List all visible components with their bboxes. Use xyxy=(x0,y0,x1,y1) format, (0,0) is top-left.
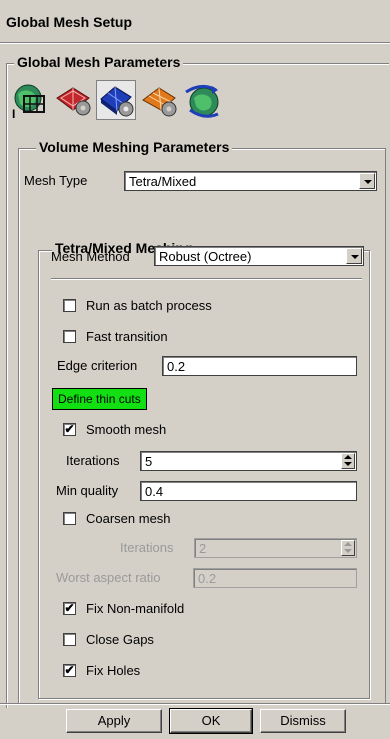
run-batch-label: Run as batch process xyxy=(86,298,212,313)
smooth-mesh-checkbox[interactable]: ✔ xyxy=(63,423,76,436)
iterations-label: Iterations xyxy=(66,453,120,468)
iterations-value: 5 xyxy=(145,454,153,469)
worst-aspect-label: Worst aspect ratio xyxy=(56,570,161,585)
spin-arrows-icon[interactable] xyxy=(341,453,355,469)
mesh-type-select[interactable]: Tetra/Mixed xyxy=(124,171,377,191)
global-size-icon[interactable]: I xyxy=(10,80,50,121)
mesh-type-label: Mesh Type xyxy=(24,173,88,188)
coarsen-iterations-label: Iterations xyxy=(120,540,174,555)
min-quality-input[interactable]: 0.4 xyxy=(140,481,357,501)
mesh-type-value: Tetra/Mixed xyxy=(129,174,197,189)
prism-meshing-icon[interactable] xyxy=(139,80,179,120)
iterations-input[interactable]: 5 xyxy=(140,451,357,471)
coarsen-mesh-checkbox[interactable] xyxy=(63,512,76,525)
dismiss-button[interactable]: Dismiss xyxy=(260,709,346,733)
volume-meshing-icon[interactable] xyxy=(96,80,136,120)
window-title: Global Mesh Setup xyxy=(6,14,133,30)
coarsen-iterations-input: 2 xyxy=(194,538,357,558)
title-separator xyxy=(0,42,390,44)
coarsen-iterations-value: 2 xyxy=(199,541,207,556)
shell-meshing-icon[interactable] xyxy=(53,80,93,120)
mesh-method-value: Robust (Octree) xyxy=(159,249,252,264)
apply-button[interactable]: Apply xyxy=(66,709,162,733)
worst-aspect-input: 0.2 xyxy=(193,568,357,588)
fix-nonmanifold-checkbox[interactable]: ✔ xyxy=(63,602,76,615)
edge-criterion-input[interactable]: 0.2 xyxy=(162,356,357,376)
global-params-legend: Global Mesh Parameters xyxy=(14,54,184,70)
fast-transition-checkbox[interactable] xyxy=(63,330,76,343)
bottom-separator xyxy=(0,703,390,705)
mesh-method-label: Mesh Method xyxy=(51,249,130,264)
coarsen-mesh-label: Coarsen mesh xyxy=(86,511,171,526)
spin-arrows-icon xyxy=(341,540,355,556)
fix-holes-checkbox[interactable]: ✔ xyxy=(63,664,76,677)
close-gaps-label: Close Gaps xyxy=(86,632,154,647)
define-thin-cuts-button[interactable]: Define thin cuts xyxy=(52,388,147,410)
volume-params-legend: Volume Meshing Parameters xyxy=(36,139,233,155)
icon-marker-label: I xyxy=(12,107,15,120)
tetra-separator xyxy=(51,278,362,280)
ok-button[interactable]: OK xyxy=(169,708,253,734)
run-batch-checkbox[interactable] xyxy=(63,299,76,312)
smooth-mesh-label: Smooth mesh xyxy=(86,422,167,437)
close-gaps-checkbox[interactable] xyxy=(63,633,76,646)
periodicity-icon[interactable] xyxy=(182,80,222,120)
chevron-down-icon[interactable] xyxy=(346,248,362,264)
fast-transition-label: Fast transition xyxy=(86,329,168,344)
mesh-method-select[interactable]: Robust (Octree) xyxy=(154,246,364,266)
fix-holes-label: Fix Holes xyxy=(86,663,141,678)
min-quality-label: Min quality xyxy=(56,483,119,498)
chevron-down-icon[interactable] xyxy=(359,173,375,189)
fix-nonmanifold-label: Fix Non-manifold xyxy=(86,601,185,616)
edge-criterion-label: Edge criterion xyxy=(57,358,138,373)
